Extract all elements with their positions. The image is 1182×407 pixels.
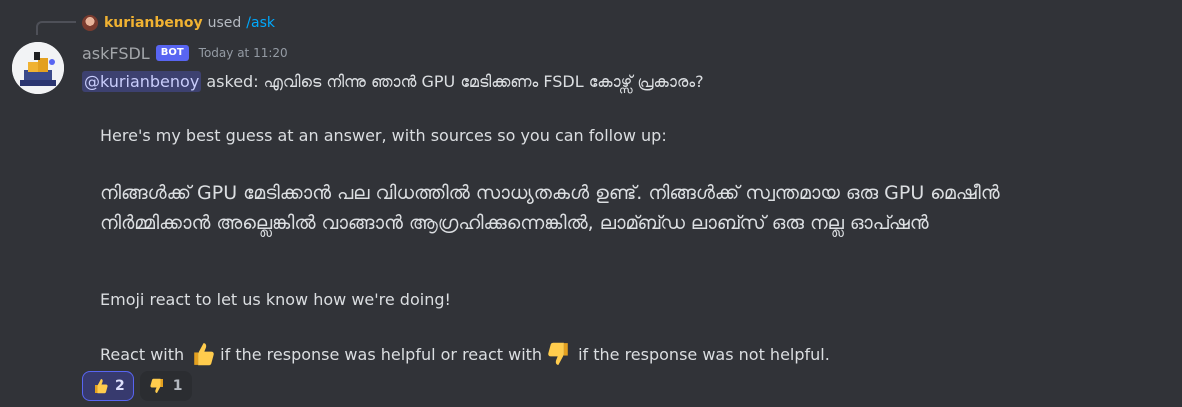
- reaction-thumbs-down[interactable]: 1: [139, 371, 192, 401]
- reply-command[interactable]: /ask: [246, 15, 275, 31]
- thumbs-up-icon: [194, 343, 214, 366]
- thumbs-down-icon: [150, 378, 163, 393]
- question-text: asked: എവിടെ നിന്നു ഞാൻ GPU മേടിക്കണം FS…: [201, 72, 704, 91]
- react-instructions: React with if the response was helpful o…: [100, 340, 830, 368]
- reply-used-text: used: [207, 15, 242, 31]
- thumbs-down-icon: [548, 342, 568, 365]
- guess-intro: Here's my best guess at an answer, with …: [100, 126, 667, 145]
- message-timestamp[interactable]: Today at 11:20: [199, 46, 288, 60]
- reactions-bar: 2 1: [82, 371, 192, 401]
- bot-username[interactable]: askFSDL: [82, 44, 150, 63]
- user-mention[interactable]: @kurianbenoy: [82, 71, 202, 92]
- not-helpful-text: if the response was not helpful.: [578, 344, 830, 364]
- bot-tag: BOT: [155, 45, 189, 61]
- emoji-prompt: Emoji react to let us know how we're doi…: [100, 290, 451, 309]
- reaction-count: 2: [115, 378, 125, 394]
- message-header: askFSDL BOT Today at 11:20: [82, 42, 288, 64]
- reply-spine: [36, 21, 76, 35]
- thumbs-up-icon: [95, 379, 108, 394]
- question-line: @kurianbenoy asked: എവിടെ നിന്നു ഞാൻ GPU…: [82, 68, 1172, 96]
- helpful-text: if the response was helpful or react wit…: [220, 344, 543, 364]
- reaction-count: 1: [172, 378, 183, 394]
- chat-message: kurianbenoy used /ask askFSDL BOT Today …: [0, 0, 1182, 407]
- answer-text: നിങ്ങൾക്ക് GPU മേടിക്കാൻ പല വിധത്തിൽ സാധ…: [100, 182, 1000, 234]
- reaction-thumbs-up[interactable]: 2: [82, 371, 134, 401]
- reply-avatar[interactable]: [82, 15, 98, 31]
- reply-context[interactable]: kurianbenoy used /ask: [82, 12, 275, 34]
- react-with-label: React with: [100, 344, 185, 364]
- message-content: @kurianbenoy asked: എവിടെ നിന്നു ഞാൻ GPU…: [82, 68, 1172, 366]
- reply-username[interactable]: kurianbenoy: [104, 15, 203, 31]
- bot-avatar[interactable]: [12, 42, 64, 94]
